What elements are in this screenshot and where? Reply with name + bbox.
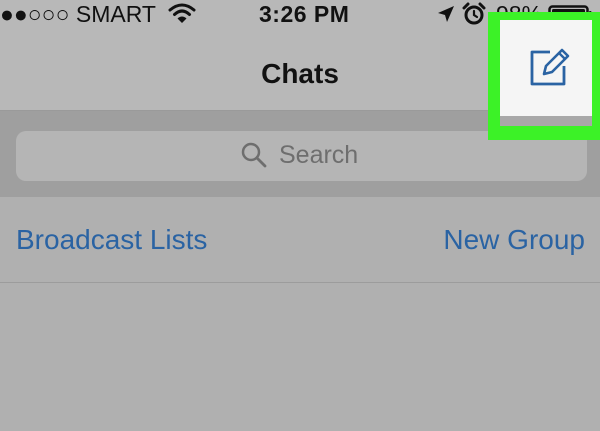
actions-row: Broadcast Lists New Group [0,197,600,283]
new-group-link[interactable]: New Group [443,223,585,257]
carrier-signal: ●●○○○ SMART [0,1,156,27]
search-icon [240,141,268,174]
search-placeholder: Search [279,141,359,169]
clock-time: 3:26 PM [259,1,350,27]
broadcast-lists-link[interactable]: Broadcast Lists [16,223,207,257]
location-arrow-icon [436,4,456,29]
wifi-icon [168,3,196,30]
compose-icon[interactable] [528,46,570,93]
alarm-icon [462,2,486,31]
chat-list [0,283,600,431]
compose-highlight-divider [500,116,592,126]
